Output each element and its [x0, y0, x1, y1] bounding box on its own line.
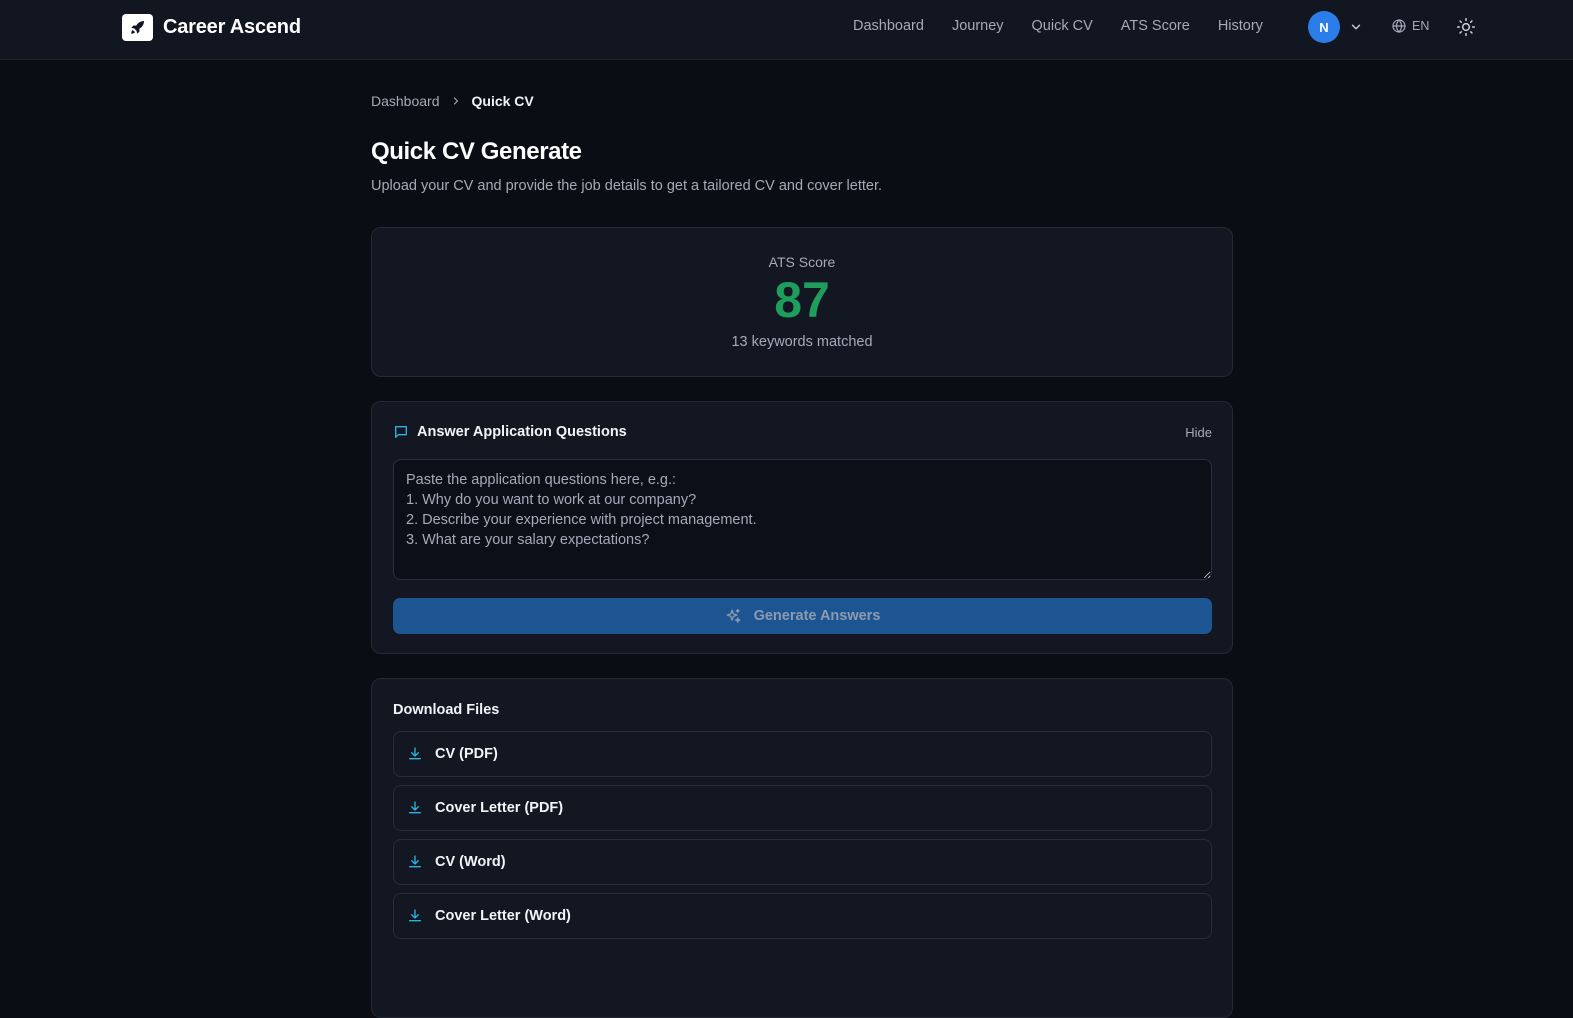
page-title: Quick CV Generate	[371, 138, 582, 165]
download-label: Cover Letter (Word)	[435, 908, 571, 924]
chevron-down-icon[interactable]	[1349, 20, 1363, 34]
download-cv-pdf[interactable]: CV (PDF)	[393, 731, 1212, 777]
sparkles-icon	[726, 608, 741, 623]
download-label: Cover Letter (PDF)	[435, 800, 564, 816]
questions-header: Answer Application Questions	[393, 424, 627, 440]
brand-name: Career Ascend	[163, 15, 301, 38]
ats-score-card: ATS Score 87 13 keywords matched	[371, 227, 1233, 377]
main-nav: Dashboard Journey Quick CV ATS Score His…	[853, 18, 1263, 34]
brand[interactable]: Career Ascend	[122, 13, 301, 41]
generate-answers-button[interactable]: Generate Answers	[393, 598, 1212, 634]
nav-quick-cv[interactable]: Quick CV	[1032, 18, 1093, 34]
nav-history[interactable]: History	[1218, 18, 1263, 34]
download-list: CV (PDF) Cover Letter (PDF) CV (Word) Co…	[393, 731, 1212, 947]
chevron-right-icon	[453, 97, 458, 105]
nav-dashboard[interactable]: Dashboard	[853, 18, 924, 34]
download-label: CV (PDF)	[435, 746, 498, 762]
ats-score-label: ATS Score	[768, 254, 836, 270]
questions-input[interactable]	[393, 459, 1212, 580]
download-files-card: Download Files CV (PDF) Cover Letter (PD…	[371, 678, 1233, 1018]
nav-ats-score[interactable]: ATS Score	[1121, 18, 1190, 34]
download-icon	[409, 801, 421, 814]
top-navigation-bar: Career Ascend Dashboard Journey Quick CV…	[0, 0, 1573, 60]
download-cv-word[interactable]: CV (Word)	[393, 839, 1212, 885]
hide-button[interactable]: Hide	[1185, 425, 1212, 440]
download-cover-letter-pdf[interactable]: Cover Letter (PDF)	[393, 785, 1212, 831]
breadcrumb: Dashboard Quick CV	[371, 93, 534, 109]
download-icon	[409, 855, 421, 868]
download-files-title: Download Files	[393, 702, 500, 718]
download-icon	[409, 909, 421, 922]
language-switcher[interactable]: EN	[1391, 18, 1429, 34]
user-avatar[interactable]: N	[1308, 11, 1340, 43]
language-code: EN	[1412, 19, 1430, 33]
page-subtitle: Upload your CV and provide the job detai…	[371, 178, 883, 194]
globe-icon	[1392, 19, 1406, 33]
download-icon	[409, 747, 421, 760]
generate-answers-label: Generate Answers	[753, 608, 881, 624]
breadcrumb-dashboard[interactable]: Dashboard	[371, 93, 440, 109]
download-cover-letter-word[interactable]: Cover Letter (Word)	[393, 893, 1212, 939]
download-label: CV (Word)	[435, 854, 506, 870]
nav-journey[interactable]: Journey	[952, 18, 1004, 34]
breadcrumb-current: Quick CV	[471, 93, 534, 109]
ats-score-value: 87	[774, 272, 830, 328]
sun-icon[interactable]	[1456, 17, 1476, 37]
ats-keywords-matched: 13 keywords matched	[731, 334, 873, 350]
message-square-icon	[395, 426, 407, 438]
application-questions-card: Answer Application Questions Hide Genera…	[371, 401, 1233, 654]
questions-title: Answer Application Questions	[417, 424, 627, 440]
rocket-icon	[122, 13, 153, 41]
